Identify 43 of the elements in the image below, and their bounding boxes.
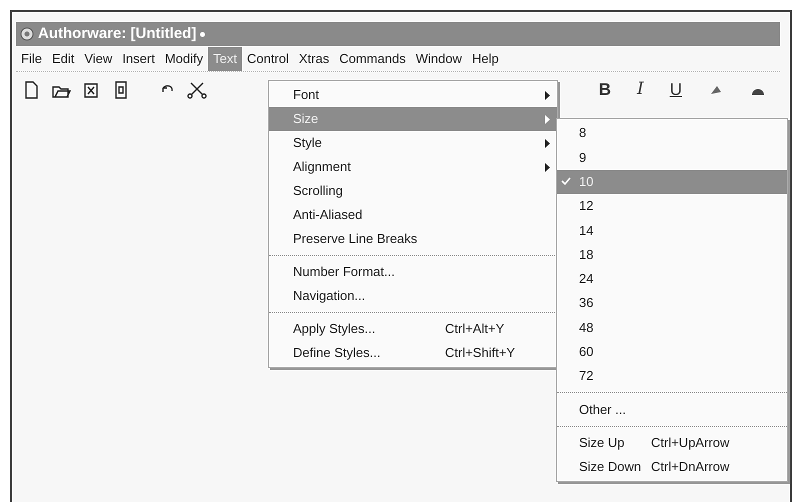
menu-option[interactable]: Apply Styles... Ctrl+Alt+Y — [269, 317, 557, 341]
menu-item[interactable]: Help — [466, 46, 504, 70]
menu-option[interactable]: 24 — [557, 266, 787, 292]
format-button[interactable]: B — [598, 77, 611, 103]
menu-option[interactable]: 36 — [557, 291, 787, 316]
menu-option[interactable]: Preserve Line Breaks — [269, 227, 557, 251]
menu-item[interactable]: Window — [410, 46, 467, 70]
menu-option[interactable]: Scrolling — [269, 179, 557, 203]
menu-option[interactable]: Anti-Aliased — [269, 203, 557, 227]
submenu-arrow-icon — [545, 114, 551, 124]
menu-option[interactable]: 12 — [557, 194, 787, 218]
menu-option[interactable]: 14 — [557, 218, 787, 242]
menu-item[interactable]: Modify — [160, 46, 208, 70]
submenu-arrow-icon — [545, 138, 551, 148]
menu-option[interactable]: Define Styles... Ctrl+Shift+Y — [269, 341, 557, 365]
menu-item[interactable]: View — [79, 46, 118, 70]
menu-option[interactable]: Size Down Ctrl+DnArrow — [557, 454, 787, 480]
check-icon — [561, 177, 571, 186]
menu-option[interactable]: 9 — [557, 145, 787, 170]
menu-item[interactable]: Edit — [46, 46, 80, 70]
app-icon — [20, 27, 34, 41]
menu-option[interactable]: Style — [269, 131, 557, 155]
format-button[interactable]: I — [637, 77, 644, 103]
format-button[interactable]: U — [670, 77, 682, 103]
menu-item[interactable]: Control — [242, 46, 294, 70]
menu-item[interactable]: Insert — [117, 46, 160, 70]
menu-option[interactable]: 8 — [557, 121, 787, 146]
menu-option[interactable]: Other ... — [557, 397, 787, 422]
menu-option[interactable]: 72 — [557, 364, 787, 388]
menu-item[interactable]: Xtras — [294, 46, 334, 70]
menu-option[interactable]: 48 — [557, 315, 787, 340]
menu-option[interactable]: Font — [269, 83, 557, 107]
menu-item[interactable]: File — [16, 46, 47, 70]
menu-option[interactable]: Number Format... — [269, 260, 557, 284]
menu-option[interactable]: Navigation... — [269, 284, 557, 308]
submenu-arrow-icon — [545, 162, 551, 172]
menu-option[interactable]: Size Up Ctrl+UpArrow — [557, 430, 787, 455]
submenu-arrow-icon — [545, 90, 551, 100]
menu-option[interactable]: 18 — [557, 242, 787, 267]
menu-option[interactable]: 60 — [557, 340, 787, 364]
menu-item[interactable]: Commands — [334, 46, 411, 70]
menu-option[interactable]: Alignment — [269, 155, 557, 179]
window-title: Authorware: [Untitled] — [38, 24, 196, 44]
